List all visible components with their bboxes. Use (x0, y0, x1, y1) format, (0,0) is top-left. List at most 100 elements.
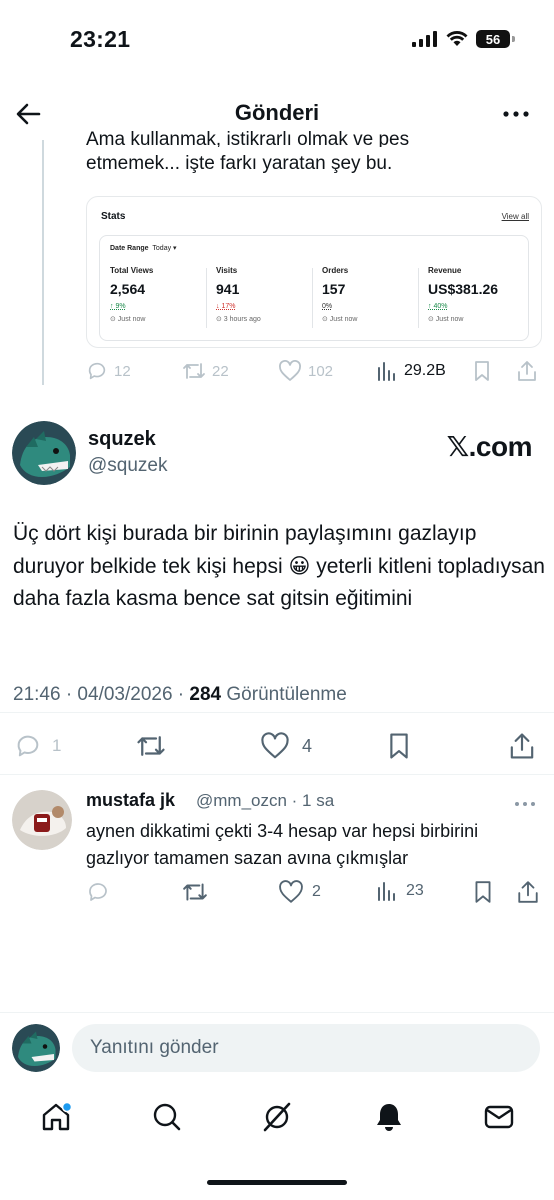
reply-more-button[interactable] (514, 796, 536, 814)
dino-avatar-icon (12, 1024, 60, 1072)
reply-count: 1 (52, 736, 62, 755)
stat-change: 0% (322, 303, 333, 310)
stat-time: ⊙ Just now (322, 316, 358, 323)
like-button[interactable]: 4 (260, 732, 312, 760)
tab-notifications[interactable] (364, 1094, 414, 1140)
reply-button[interactable]: 1 (14, 732, 61, 760)
retweet-icon (137, 736, 165, 756)
search-icon (153, 1103, 181, 1131)
stat-value: 941 (216, 281, 240, 297)
heart-icon (261, 732, 289, 759)
quoted-line: etmemek... işte farkı yaratan şey bu. (86, 153, 393, 174)
reply-views-button[interactable]: 23 (376, 880, 424, 902)
more-icon (503, 111, 529, 117)
quoted-views-count: 29.2B (404, 362, 446, 379)
retweet-icon (183, 883, 207, 901)
stat-label: Visits (216, 266, 238, 275)
tweet-actions: 1 4 (0, 730, 554, 762)
quoted-bookmark-button[interactable] (472, 360, 492, 382)
reply-avatar-image-icon (12, 790, 72, 850)
share-icon (510, 733, 534, 759)
stat-label: Total Views (110, 266, 154, 275)
quoted-share-button[interactable] (516, 360, 538, 382)
retweet-icon (183, 363, 205, 379)
divider (0, 774, 554, 775)
quoted-reply-count: 12 (114, 362, 131, 380)
source-label: 𝕏.com (446, 431, 533, 462)
author-avatar[interactable] (12, 421, 76, 485)
status-time: 23:21 (70, 26, 131, 52)
tweet-text: Üç dört kişi burada bir birinin paylaşım… (13, 522, 545, 610)
page-title: Gönderi (234, 100, 320, 125)
bookmark-icon (390, 733, 408, 759)
author-name[interactable]: squzek (88, 428, 156, 451)
reply-retweet-button[interactable] (182, 880, 208, 909)
reply-author-handle[interactable]: @mm_ozcn · 1 sa (196, 791, 334, 811)
retweet-button[interactable] (136, 732, 166, 765)
divider (0, 712, 554, 713)
bottom-tab-bar (0, 1094, 554, 1144)
reply-views-count: 23 (406, 882, 424, 899)
reply-share-button[interactable] (516, 880, 540, 909)
bookmark-button[interactable] (386, 732, 412, 765)
reply-actions: 2 23 (86, 880, 546, 908)
reply-icon (17, 735, 39, 757)
tab-search[interactable] (142, 1094, 192, 1140)
quoted-views-button[interactable]: 29.2B (376, 360, 446, 382)
stats-image[interactable]: Stats View all Date Range Today ▾ Total … (86, 196, 542, 348)
stats-view-all: View all (501, 212, 529, 221)
date-range: Date Range Today ▾ (110, 244, 177, 252)
quoted-retweet-count: 22 (212, 362, 229, 380)
reply-text: aynen dikkatimi çekti 3-4 hesap var heps… (86, 821, 479, 868)
tweet-meta: 21:46 · 04/03/2026 · 284 Görüntülenme (13, 684, 347, 706)
reply-like-button[interactable]: 2 (278, 880, 321, 904)
tab-home[interactable] (31, 1094, 81, 1140)
tweet-timestamp: 21:46 · 04/03/2026 · (13, 684, 190, 705)
mail-icon (484, 1105, 514, 1129)
author-handle[interactable]: @squzek (88, 455, 168, 477)
tweet-view-count: 284 (189, 684, 222, 705)
quoted-retweet-button[interactable]: 22 (182, 360, 229, 382)
quoted-like-button[interactable]: 102 (278, 360, 333, 382)
share-icon (518, 361, 536, 381)
stat-revenue: Revenue US$381.26 ↑ 40% ⊙ Just now (428, 266, 528, 336)
reply-compose-input[interactable]: Yanıtını gönder (72, 1024, 540, 1072)
tweet-views-label: Görüntülenme (221, 684, 347, 705)
share-button[interactable] (508, 732, 536, 765)
stat-value: 2,564 (110, 281, 146, 297)
tab-messages[interactable] (474, 1094, 524, 1140)
stat-visits: Visits 941 ↓ 17% ⊙ 3 hours ago (216, 266, 316, 336)
reply-icon (89, 883, 107, 901)
more-icon (515, 802, 535, 806)
stat-label: Revenue (428, 266, 462, 275)
date-range-label: Date Range (110, 245, 149, 252)
wifi-icon (446, 31, 468, 46)
heart-icon (279, 880, 303, 903)
reply-author-name[interactable]: mustafa jk (86, 790, 175, 811)
stat-value: 157 (322, 281, 346, 297)
home-icon (42, 1101, 72, 1131)
home-indicator (207, 1180, 347, 1185)
like-count: 4 (302, 735, 313, 756)
views-icon (378, 882, 395, 901)
reply-reply-button[interactable] (86, 880, 110, 909)
divider (0, 1012, 554, 1013)
stat-label: Orders (322, 266, 349, 275)
tab-grok[interactable] (252, 1094, 302, 1140)
reply-icon (88, 362, 106, 380)
stats-panel: Date Range Today ▾ Total Views 2,564 ↑ 9… (99, 235, 529, 341)
stat-total-views: Total Views 2,564 ↑ 9% ⊙ Just now (110, 266, 210, 336)
reply-avatar[interactable] (12, 790, 72, 850)
quoted-tweet-text: Ama kullanmak, istikrarlı olmak ve pes e… (86, 129, 526, 178)
signal-icon (412, 31, 437, 47)
self-avatar[interactable] (12, 1024, 60, 1072)
quoted-reply-button[interactable]: 12 (86, 360, 131, 382)
status-icons: 56 (412, 30, 515, 48)
stat-value: US$381.26 (428, 281, 499, 297)
more-options-button[interactable] (502, 104, 530, 124)
battery-indicator: 56 (476, 30, 515, 48)
stat-change: ↓ 17% (216, 303, 236, 310)
quoted-line-partial: Ama kullanmak, istikrarlı olmak ve pes (86, 129, 410, 147)
reply-bookmark-button[interactable] (472, 880, 494, 909)
quoted-actions: 12 22 102 29.2B (86, 360, 542, 388)
